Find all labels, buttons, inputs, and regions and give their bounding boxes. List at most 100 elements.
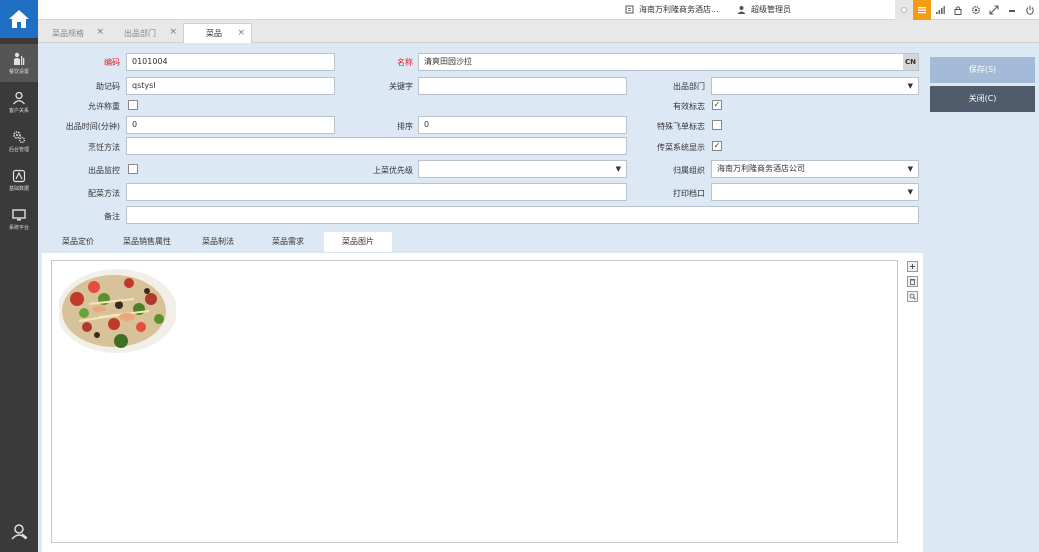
image-box [51,260,898,543]
settings-button[interactable] [967,0,985,20]
print-label: 打印档口 [673,189,705,198]
minimize-button[interactable] [1003,0,1021,20]
delete-image-button[interactable] [907,276,918,287]
keyword-input[interactable] [418,77,627,95]
cook-label: 烹饪方法 [88,143,120,152]
dropdown-arrow-icon: ▼ [907,188,913,196]
exit-icon [11,524,28,540]
sun-icon [901,7,907,13]
language-badge[interactable]: CN [903,54,918,70]
gears-icon [13,130,26,143]
power-icon [1026,5,1034,15]
cook-input[interactable] [126,137,627,155]
org-value: 海南万利隆商务酒店公司 [717,164,805,173]
dept-select[interactable]: ▼ [711,77,919,95]
tab-output-dept[interactable]: 出品部门 × [110,23,183,43]
tab-label: 菜品 [206,29,222,38]
note-label: 备注 [104,212,120,221]
fullscreen-button[interactable] [985,0,1003,20]
menu-icon [918,7,926,14]
close-icon[interactable]: × [96,27,104,37]
subtab-requirement[interactable]: 菜品需求 [256,232,320,252]
monitor-checkbox[interactable] [128,164,138,174]
lock-icon [954,6,962,15]
close-icon[interactable]: × [237,28,245,38]
mnemonic-input[interactable]: qstysl [126,77,335,95]
image-tools [907,261,918,302]
tab-dish[interactable]: 菜品 × [183,23,252,43]
tab-label: 出品部门 [124,28,156,38]
subtab-recipe[interactable]: 菜品制法 [186,232,250,252]
add-image-button[interactable] [907,261,918,272]
sort-label: 排序 [397,122,413,131]
org-select[interactable]: 海南万利隆商务酒店公司 ▼ [711,160,919,178]
tab-label: 菜品规格 [52,28,84,38]
zoom-image-button[interactable] [907,291,918,302]
special-label: 特殊飞单标志 [657,122,705,131]
sidebar-item-backend[interactable]: 后台管理 [0,122,38,160]
allow-weigh-label: 允许称重 [88,102,120,111]
chef-icon [14,52,25,65]
priority-select[interactable]: ▼ [418,160,627,178]
save-button[interactable]: 保存(S) [930,57,1035,83]
allow-weigh-checkbox[interactable] [128,100,138,110]
plus-icon [910,264,915,269]
user-icon [13,91,25,104]
pass-label: 传菜系统显示 [657,143,705,152]
menu-button[interactable] [913,0,931,20]
sidebar-item-basic-data[interactable]: 基础数据 [0,161,38,199]
exit-button[interactable] [7,520,31,542]
building-icon [625,5,634,14]
sidebar-item-label: 后台管理 [8,146,29,153]
top-bar: 海南万利隆商务酒店... 超级管理员 [38,0,1039,20]
name-input[interactable]: 清爽田园沙拉 CN [418,53,919,71]
code-label: 编码 [104,58,120,67]
lock-button[interactable] [949,0,967,20]
sidebar-item-customer-relations[interactable]: 客户关系 [0,83,38,121]
gear-icon [972,6,980,14]
signal-button[interactable] [931,0,949,20]
trash-icon [910,279,915,285]
print-select[interactable]: ▼ [711,183,919,201]
dropdown-arrow-icon: ▼ [907,165,913,173]
monitor-icon [12,208,26,220]
valid-checkbox[interactable]: ✓ [712,100,722,110]
valid-label: 有效标志 [673,102,705,111]
tab-dish-spec[interactable]: 菜品规格 × [38,23,110,43]
mnemonic-label: 助记码 [96,82,120,91]
monitor-label: 出品监控 [88,166,120,175]
user-menu[interactable]: 超级管理员 [737,4,791,15]
dish-photo[interactable] [59,269,176,357]
mix-input[interactable] [126,183,627,201]
power-button[interactable] [1021,0,1039,20]
sidebar-item-system-platform[interactable]: 系统平台 [0,200,38,238]
close-icon[interactable]: × [169,27,177,37]
note-input[interactable] [126,206,919,224]
dropdown-arrow-icon: ▼ [615,165,621,173]
signal-icon [936,6,945,14]
special-checkbox[interactable] [712,120,722,130]
keyword-label: 关键字 [389,82,413,91]
sidebar-item-dining-settings[interactable]: 餐饮设置 [0,44,38,82]
magnifier-icon [909,293,916,300]
database-icon [12,169,26,182]
time-input[interactable]: 0 [126,116,335,134]
sort-input[interactable]: 0 [418,116,627,134]
sidebar-item-label: 餐饮设置 [8,68,29,75]
sidebar-item-label: 系统平台 [8,224,29,231]
subtab-image[interactable]: 菜品图片 [324,232,392,252]
home-button[interactable] [0,0,38,38]
image-panel [42,253,923,552]
sidebar-item-label: 客户关系 [8,107,29,114]
pass-checkbox[interactable]: ✓ [712,141,722,151]
close-button[interactable]: 关闭(C) [930,86,1035,112]
code-input[interactable]: 0101004 [126,53,335,71]
hotel-selector[interactable]: 海南万利隆商务酒店... [625,4,719,15]
subtab-sales-attr[interactable]: 菜品销售属性 [108,232,186,252]
subtab-pricing[interactable]: 菜品定价 [48,232,108,252]
settings-toggle-button[interactable] [895,0,913,20]
org-label: 归属组织 [673,166,705,175]
expand-icon [989,5,999,15]
home-icon [9,10,29,28]
sidebar-item-label: 基础数据 [8,185,29,192]
